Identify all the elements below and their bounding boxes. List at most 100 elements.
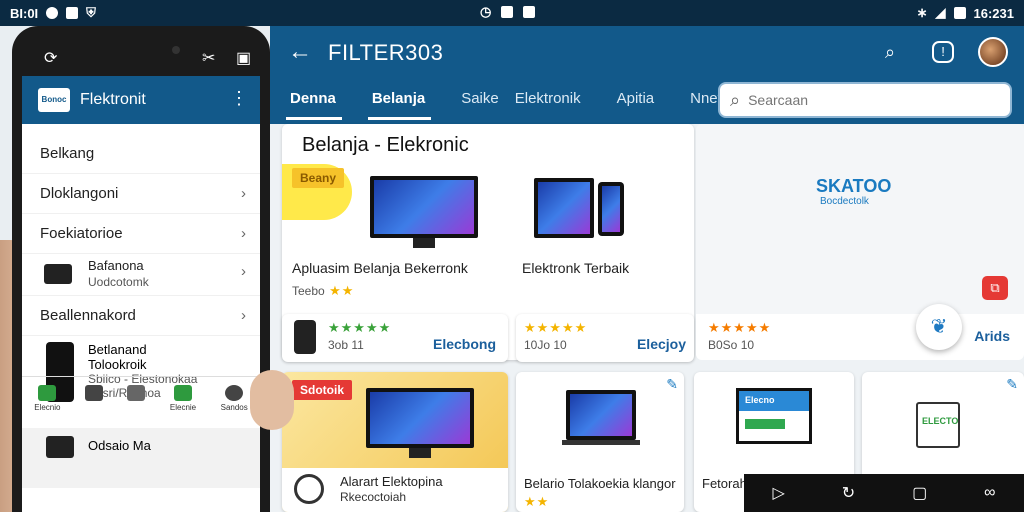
phone-nav-3[interactable] bbox=[127, 385, 146, 422]
chevron-right-icon: › bbox=[241, 307, 246, 324]
status-left-text: BI:0I bbox=[10, 5, 39, 21]
product-name[interactable]: Fetorah bbox=[702, 476, 747, 491]
alarm-icon: ◷ bbox=[480, 4, 492, 19]
phone-list-item[interactable]: Dloklangoni › bbox=[22, 174, 260, 214]
product-card-2[interactable]: ★★★★★ 10Jo 10 Elecjoy bbox=[516, 314, 694, 362]
scissors-icon[interactable]: ✂ bbox=[202, 48, 215, 68]
phone-list-label: Odsaio Ma bbox=[88, 438, 151, 453]
product-meta-text: Teebo bbox=[292, 284, 325, 298]
back-arrow-icon[interactable]: ← bbox=[288, 38, 312, 66]
phone-list-item[interactable]: Beallennakord › bbox=[22, 296, 260, 336]
product-link[interactable]: Elecbong bbox=[433, 336, 496, 352]
phone-top-bar: ⟳ ✂ ▣ bbox=[22, 40, 260, 76]
tab-bar: Denna Belanja Saike Elektronik Apitia Nn… bbox=[270, 84, 741, 122]
phone-list-label: Foekiatorioe bbox=[40, 225, 123, 242]
battery-icon bbox=[953, 7, 966, 19]
brand-sub: Bocdectolk bbox=[820, 196, 869, 207]
product-link[interactable]: Elecjoy bbox=[637, 336, 686, 352]
app-title: FILTER303 bbox=[328, 40, 444, 65]
phone-nav-home[interactable]: Elecnio bbox=[34, 385, 60, 422]
chevron-right-icon: › bbox=[241, 185, 246, 202]
product-name[interactable]: Belario Tolakoekia klangor bbox=[524, 476, 676, 491]
search-icon: ⌕ bbox=[730, 89, 741, 110]
phone-nav-4[interactable]: Elecnie bbox=[170, 385, 196, 422]
app-bar: ← FILTER303 ⌕ ! Denna Belanja Saike Elek… bbox=[270, 26, 1024, 124]
record-icon bbox=[294, 474, 324, 504]
square-icon[interactable]: ▢ bbox=[912, 483, 927, 503]
refresh-icon[interactable]: ↻ bbox=[842, 483, 855, 503]
phone-list-item[interactable]: Bafanona Uodcotomk › bbox=[22, 254, 260, 296]
search-icon[interactable]: ⌕ bbox=[876, 38, 904, 66]
phone-list-item[interactable]: Foekiatorioe › bbox=[22, 214, 260, 254]
tab-saike[interactable]: Saike bbox=[441, 84, 515, 122]
info-icon[interactable]: ! bbox=[932, 41, 954, 63]
brand-card[interactable]: SKATOO Bocdectolk ⧉ ★★★★★ B0So 10 Arids bbox=[696, 124, 1024, 360]
leaf-fab-icon[interactable]: ❦ bbox=[916, 304, 962, 350]
status-bar: BI:0I ⛨ ◷ ∗ ◢ 16:231 bbox=[0, 0, 1024, 26]
product-name-2[interactable]: Elektronk Terbaik bbox=[522, 260, 629, 276]
camera-nav-icon bbox=[127, 385, 146, 401]
chat-icon bbox=[174, 385, 193, 401]
device-thumb bbox=[46, 436, 74, 458]
product-name[interactable]: Apluasim Belanja Bekerronk bbox=[292, 260, 468, 276]
notification-icon bbox=[46, 7, 59, 19]
tab-belanja[interactable]: Belanja bbox=[352, 84, 441, 122]
play-icon[interactable]: ▷ bbox=[772, 483, 784, 503]
phone-list-label: Bafanona bbox=[88, 258, 144, 273]
tab-denna[interactable]: Denna bbox=[270, 84, 352, 122]
brand-card-footer: ★★★★★ B0So 10 Arids bbox=[696, 314, 1024, 360]
laptop-card[interactable]: Belario Tolakoekia klangor ★★ ✎ bbox=[516, 372, 684, 512]
phone-back-icon[interactable]: ⟳ bbox=[44, 48, 57, 68]
product-link[interactable]: Arids bbox=[974, 328, 1010, 344]
device-thumb bbox=[44, 264, 72, 284]
phone-nav-5[interactable]: Sandos bbox=[221, 385, 248, 422]
phone-title: Flektronit bbox=[80, 91, 146, 108]
more-icon[interactable]: ∞ bbox=[984, 484, 995, 502]
promo-card[interactable]: Sdotoik Alarart Elektopina Rkecoctoiah bbox=[282, 372, 508, 512]
edit-icon[interactable]: ✎ bbox=[666, 376, 678, 393]
rating-stars: ★★★★★ bbox=[708, 320, 772, 335]
avatar[interactable] bbox=[978, 37, 1008, 67]
phone-product-title: Betlanand bbox=[88, 342, 147, 357]
product-name[interactable]: Alarart Elektopina bbox=[340, 474, 443, 489]
share-icon[interactable]: ⧉ bbox=[982, 276, 1008, 300]
phone-list-label: Belkang bbox=[40, 145, 95, 162]
phone-list-label: Dloklangoni bbox=[40, 185, 119, 202]
more-vert-icon[interactable]: ⋮ bbox=[230, 88, 248, 109]
phone-list-item-last[interactable]: Odsaio Ma bbox=[22, 428, 260, 488]
shield-icon: ⛨ bbox=[86, 5, 96, 20]
laptop-base bbox=[562, 440, 640, 445]
promo-footer: Alarart Elektopina Rkecoctoiah bbox=[282, 468, 508, 512]
content-area: Belanja - Elekronic Beany Apluasim Belan… bbox=[270, 124, 1024, 512]
settings-icon bbox=[225, 385, 244, 401]
bluetooth-icon: ∗ bbox=[916, 5, 928, 20]
search-bar[interactable]: ⌕ bbox=[718, 82, 1012, 118]
tab-elektronik[interactable]: Elektronik bbox=[515, 84, 597, 122]
phone-app-bar: Bonoc Flektronit ⋮ bbox=[22, 76, 260, 124]
laptop-screen-image: Elecno bbox=[736, 388, 812, 444]
app-notification-icon bbox=[66, 7, 79, 19]
phone-image bbox=[598, 182, 624, 236]
save-icon[interactable]: ▣ bbox=[236, 48, 251, 68]
product-card-1[interactable]: ★★★★★ 3ob 11 Elecbong bbox=[282, 314, 508, 362]
product-sub: Rkecoctoiah bbox=[340, 490, 407, 504]
section-title: Belanja - Elekronic bbox=[302, 134, 469, 156]
status-time: 16:231 bbox=[973, 5, 1014, 21]
phone-bottom-nav: Elecnio Elecnie Sandos bbox=[22, 376, 260, 422]
phone-nav-2[interactable] bbox=[84, 385, 103, 422]
camera-icon bbox=[172, 46, 180, 54]
search-input[interactable] bbox=[748, 92, 969, 108]
phone-screen: Bonoc Flektronit ⋮ Belkang Dloklangoni › … bbox=[22, 76, 260, 512]
phone-list-label: Beallennakord bbox=[40, 307, 136, 324]
thumb-image bbox=[250, 370, 294, 430]
home-icon bbox=[38, 385, 57, 401]
phone-nav-label: Sandos bbox=[220, 403, 248, 412]
phone-list-item[interactable]: Belkang bbox=[22, 134, 260, 174]
laptop-image bbox=[566, 390, 636, 440]
chevron-right-icon: › bbox=[241, 263, 246, 280]
edit-icon[interactable]: ✎ bbox=[1006, 376, 1018, 393]
tab-apitia[interactable]: Apitia bbox=[597, 84, 671, 122]
product-price: 3ob 11 bbox=[328, 338, 364, 352]
device-image: ELECTO bbox=[916, 402, 960, 448]
rating-stars: ★★ bbox=[524, 494, 550, 509]
